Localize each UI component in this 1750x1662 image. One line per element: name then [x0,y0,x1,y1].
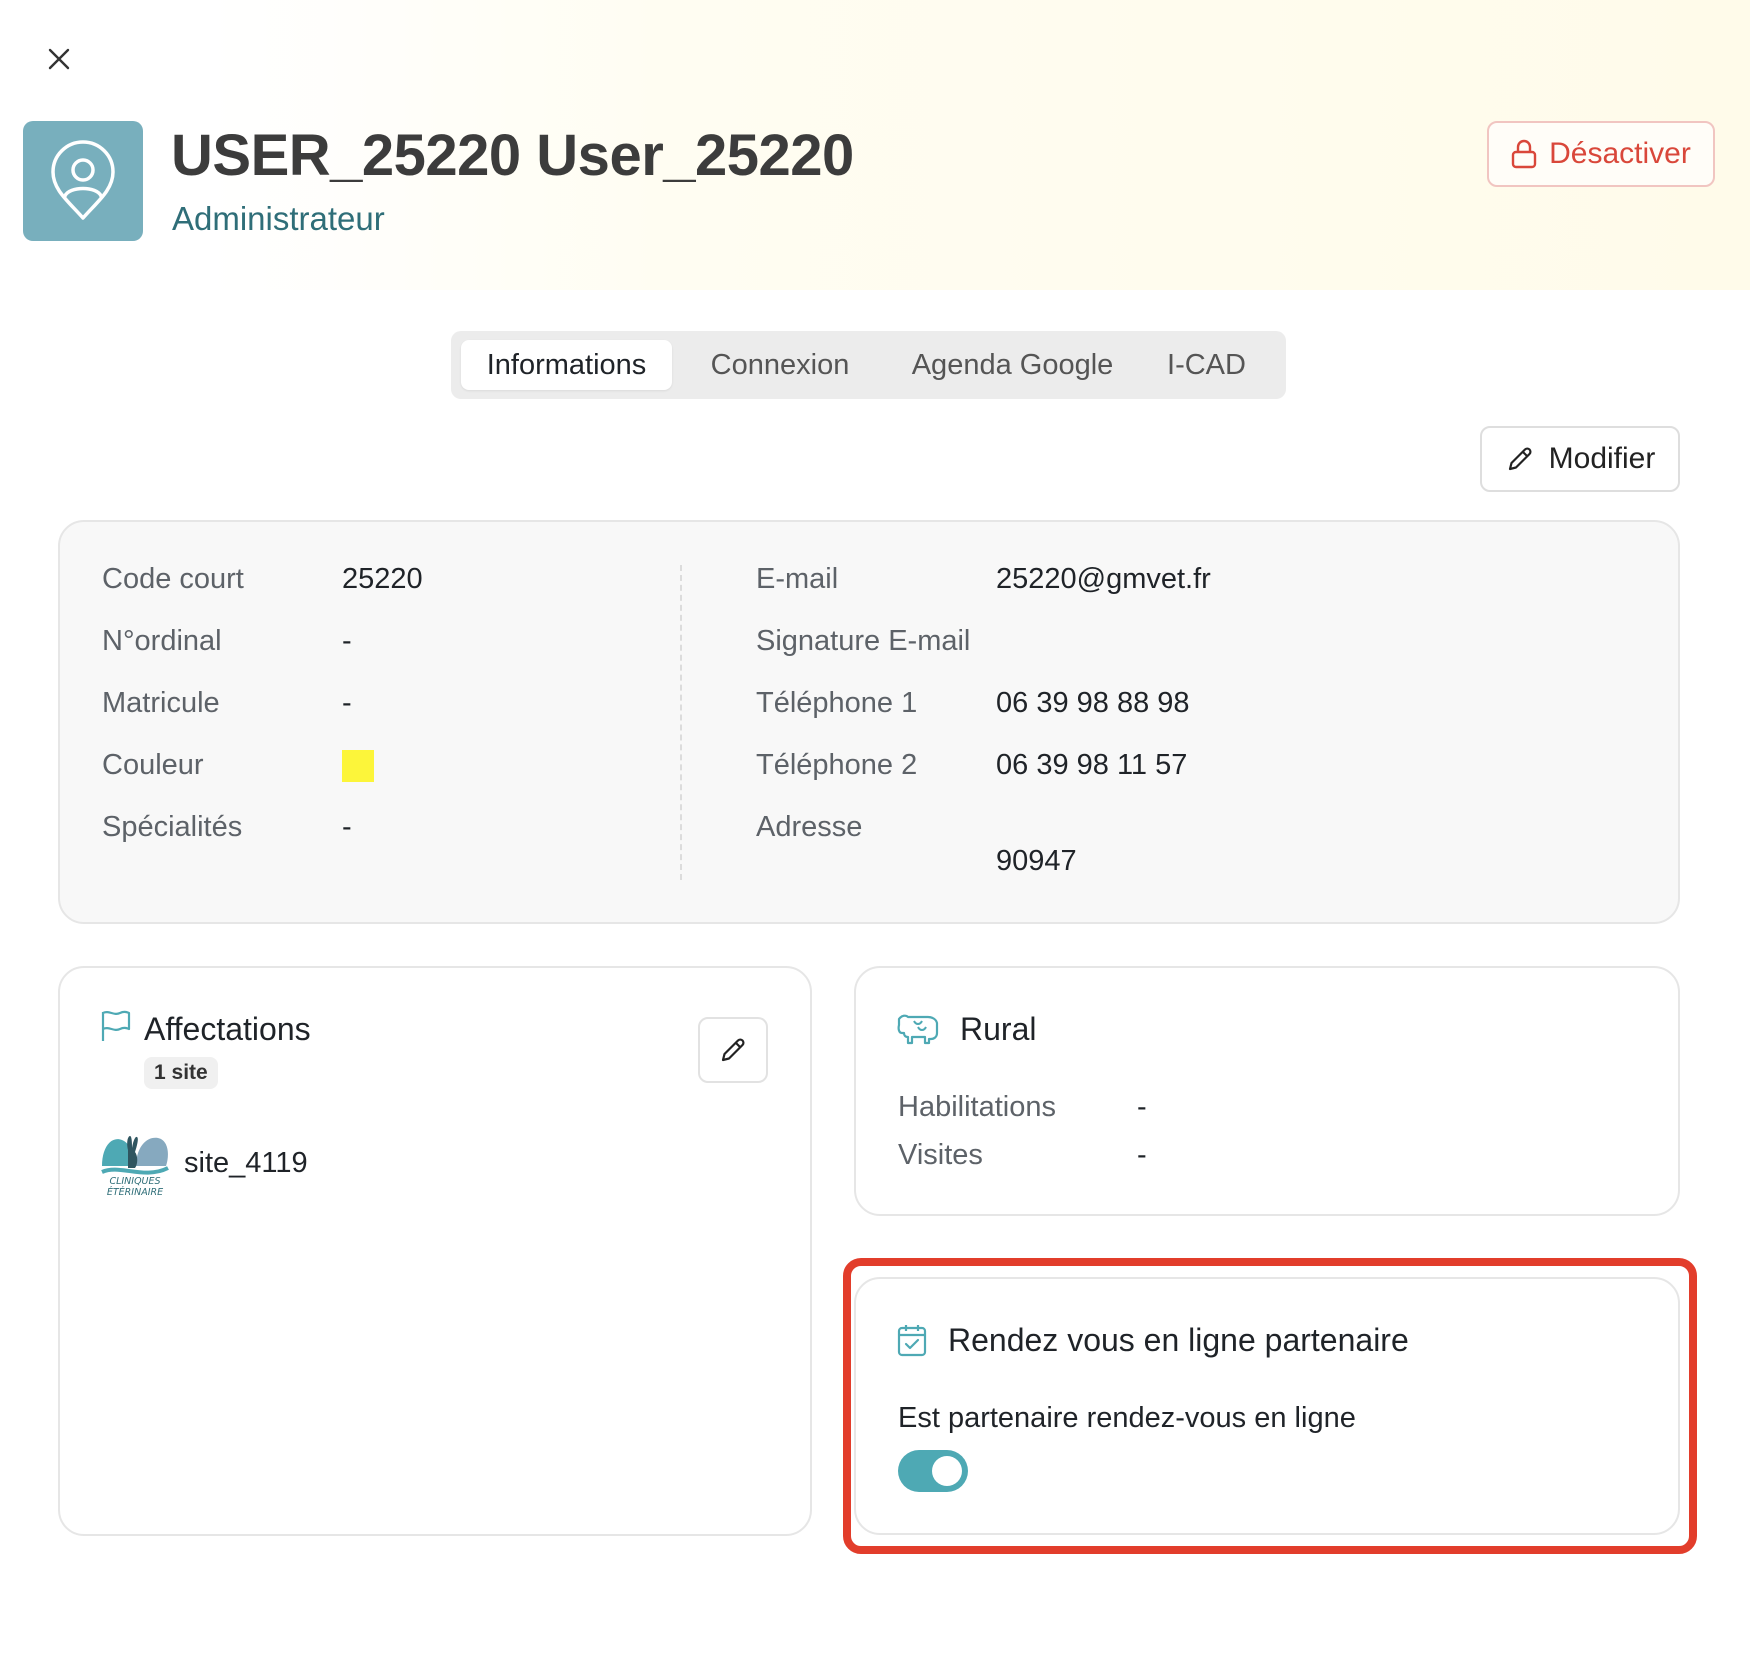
telephone-2-label: Téléphone 2 [756,749,918,781]
telephone-2-value: 06 39 98 11 57 [996,749,1188,781]
edit-affectations-button[interactable] [698,1017,768,1083]
adresse-value: 90947 [996,845,1077,877]
adresse-label: Adresse [756,811,863,843]
habilitations-label: Habilitations [898,1091,1056,1123]
tab-i-cad[interactable]: I-CAD [1137,340,1276,390]
telephone-1-value: 06 39 98 88 98 [996,687,1190,719]
site-logo: CLINIQUES ÉTÉRINAIRE [100,1128,170,1198]
tab-connexion[interactable]: Connexion [672,340,888,390]
flag-icon [101,1010,131,1041]
pencil-icon [1508,447,1532,471]
n-ordinal-label: N°ordinal [102,625,222,657]
avatar [23,121,143,241]
code-court-label: Code court [102,563,244,595]
calendar-check-icon [897,1325,927,1357]
modify-button[interactable]: Modifier [1480,426,1680,492]
couleur-label: Couleur [102,749,204,781]
matricule-value: - [342,687,352,719]
user-role: Administrateur [172,200,385,237]
cow-icon [897,1014,939,1045]
signature-email-label: Signature E-mail [756,625,971,657]
deactivate-label: Désactiver [1549,137,1691,170]
affectations-title: Affectations [144,1011,311,1047]
tab-agenda-google[interactable]: Agenda Google [888,340,1137,390]
lock-icon [1511,139,1537,169]
site-name: site_4119 [184,1147,308,1179]
specialites-label: Spécialités [102,811,243,843]
sites-count-badge: 1 site [144,1057,218,1089]
rdv-title: Rendez vous en ligne partenaire [948,1322,1409,1358]
close-button[interactable] [40,40,78,78]
user-detail-page: USER_25220 User_25220 Administrateur Dés… [0,0,1750,1662]
telephone-1-label: Téléphone 1 [756,687,918,719]
habilitations-value: - [1137,1091,1147,1123]
site-logo-text-2: ÉTÉRINAIRE [107,1186,163,1198]
page-title: USER_25220 User_25220 [171,123,854,188]
matricule-label: Matricule [102,687,220,719]
modify-label: Modifier [1548,442,1656,475]
info-card [58,520,1680,924]
email-label: E-mail [756,563,839,595]
visites-label: Visites [898,1139,983,1171]
n-ordinal-value: - [342,625,352,657]
tab-bar: Informations Connexion Agenda Google I-C… [451,331,1286,399]
tab-informations[interactable]: Informations [461,340,672,390]
partner-toggle-label: Est partenaire rendez-vous en ligne [898,1402,1356,1434]
pencil-icon [721,1038,745,1062]
code-court-value: 25220 [342,563,423,595]
site-logo-text-1: CLINIQUES [109,1176,160,1187]
info-divider [680,565,682,880]
deactivate-button[interactable]: Désactiver [1487,121,1715,187]
partner-toggle[interactable] [898,1450,968,1492]
close-icon [48,48,70,70]
toggle-knob [932,1456,962,1486]
rural-title: Rural [960,1011,1037,1047]
specialites-value: - [342,811,352,843]
email-value: 25220@gmvet.fr [996,563,1211,595]
visites-value: - [1137,1139,1147,1171]
location-user-icon [51,140,115,220]
color-swatch [342,750,374,782]
